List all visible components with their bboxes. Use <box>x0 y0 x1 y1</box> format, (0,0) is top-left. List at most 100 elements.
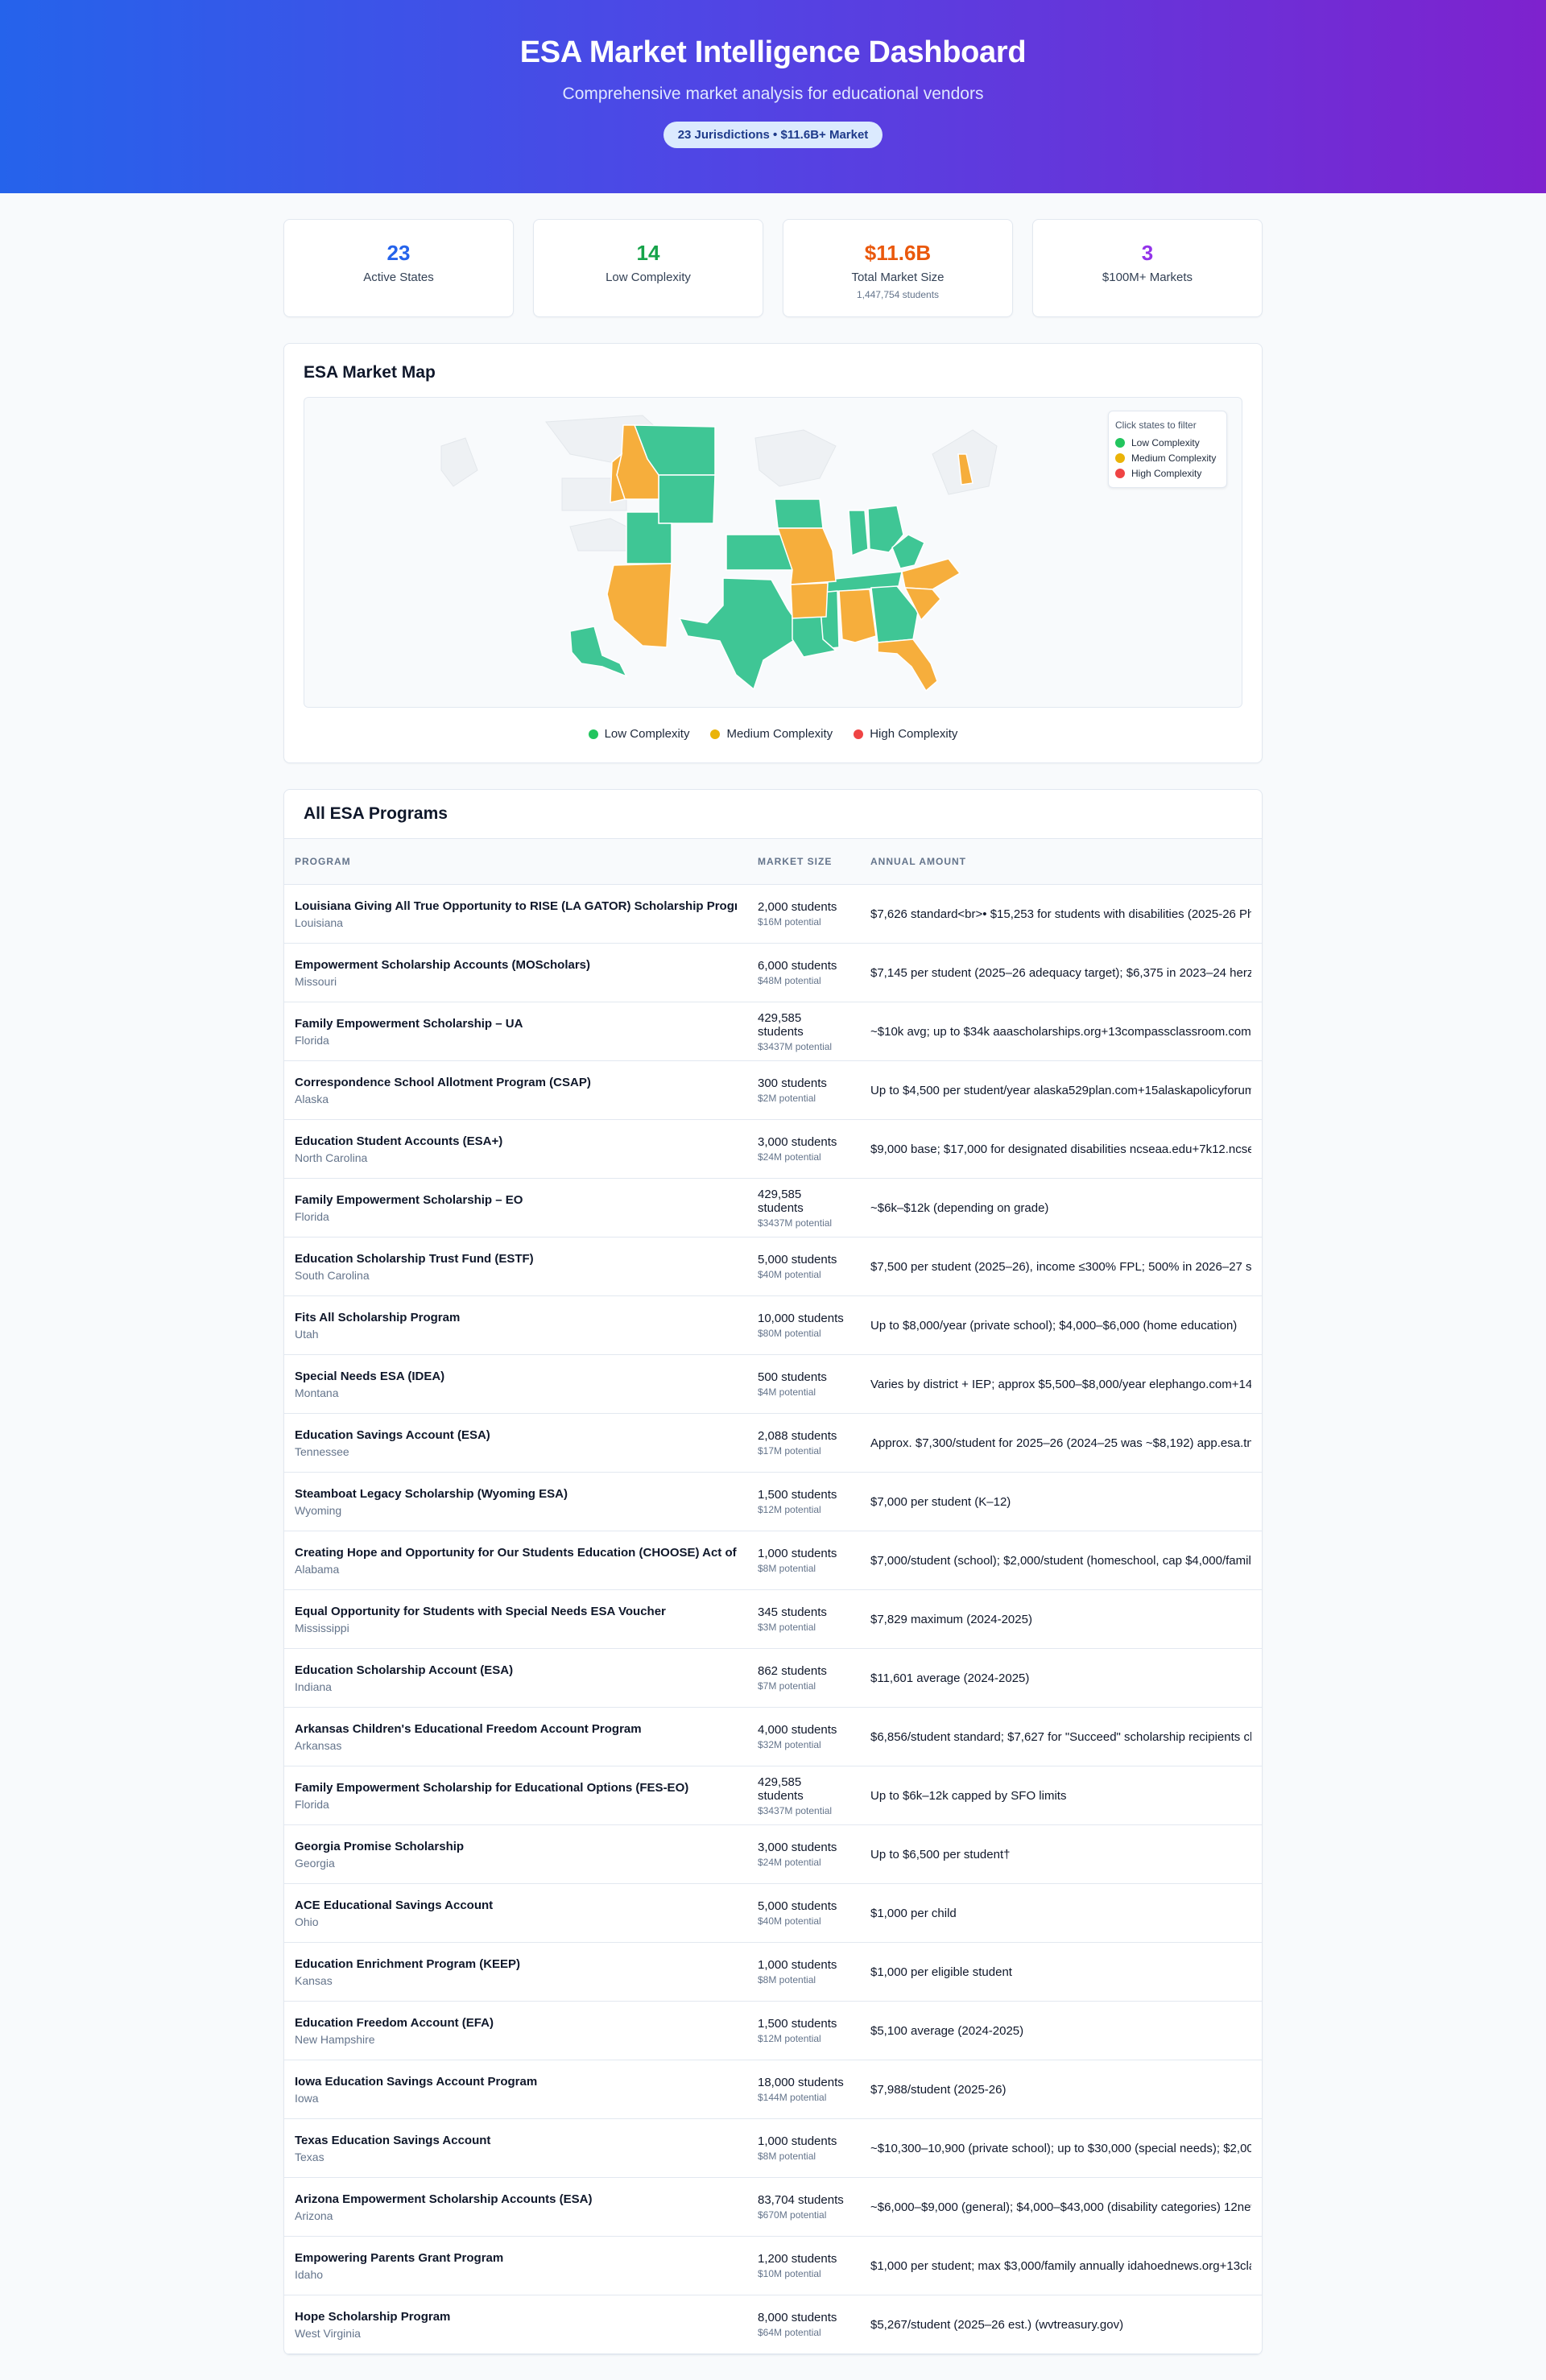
market-potential: $144M potential <box>758 2092 827 2103</box>
table-row[interactable]: Texas Education Savings Account Texas 1,00… <box>284 2119 1262 2178</box>
annual-amount: $5,100 average (2024-2025) <box>870 2023 1024 2038</box>
table-row[interactable]: Special Needs ESA (IDEA) Montana 500 stude… <box>284 1355 1262 1414</box>
medium-dot-icon <box>710 729 721 739</box>
annual-amount: $1,000 per child <box>870 1906 957 1920</box>
legend-medium[interactable]: Medium Complexity <box>1115 452 1220 464</box>
state-alaska[interactable] <box>569 626 628 678</box>
table-row[interactable]: Empowering Parents Grant Program Idaho 1,2… <box>284 2237 1262 2295</box>
programs-table-body: Louisiana Giving All True Opportunity to… <box>284 885 1262 2354</box>
stat-active-states: 23 Active States <box>283 219 514 317</box>
state-arizona[interactable] <box>606 563 672 648</box>
state-texas[interactable] <box>678 577 803 691</box>
program-cell: Iowa Education Savings Account Program Io… <box>284 2060 747 2119</box>
legend-label: Low Complexity <box>1131 437 1200 448</box>
program-cell: Education Savings Account (ESA) Tennessee <box>284 1414 747 1473</box>
table-row[interactable]: Equal Opportunity for Students with Spec… <box>284 1590 1262 1649</box>
market-size-cell: 83,704 students $670M potential <box>747 2178 860 2237</box>
market-potential: $8M potential <box>758 1974 816 1985</box>
table-row[interactable]: Arizona Empowerment Scholarship Accounts… <box>284 2178 1262 2237</box>
program-name: Equal Opportunity for Students with Spec… <box>295 1604 666 1618</box>
table-row[interactable]: Empowerment Scholarship Accounts (MOScho… <box>284 944 1262 1002</box>
column-header-annual-amount[interactable]: ANNUAL AMOUNT <box>860 838 1262 885</box>
annual-amount: Up to $8,000/year (private school); $4,0… <box>870 1318 1238 1333</box>
state-wyoming[interactable] <box>658 474 716 524</box>
table-row[interactable]: Education Student Accounts (ESA+) North C… <box>284 1120 1262 1179</box>
annual-amount-cell: $5,100 average (2024-2025) <box>860 2002 1262 2060</box>
program-name: Empowering Parents Grant Program <box>295 2250 504 2265</box>
program-state: Tennessee <box>295 1444 349 1458</box>
program-name: Fits All Scholarship Program <box>295 1310 461 1324</box>
table-row[interactable]: Correspondence School Allotment Program … <box>284 1061 1262 1120</box>
table-row[interactable]: Creating Hope and Opportunity for Our St… <box>284 1531 1262 1590</box>
table-row[interactable]: ACE Educational Savings Account Ohio 5,000… <box>284 1884 1262 1943</box>
stat-low-complexity: 14 Low Complexity <box>533 219 763 317</box>
table-row[interactable]: Education Freedom Account (EFA) New Hamps… <box>284 2002 1262 2060</box>
table-row[interactable]: Fits All Scholarship Program Utah 10,000 s… <box>284 1296 1262 1355</box>
program-cell: Family Empowerment Scholarship – UA Flori… <box>284 1002 747 1061</box>
low-dot-icon <box>1115 438 1125 448</box>
table-row[interactable]: Education Savings Account (ESA) Tennessee… <box>284 1414 1262 1473</box>
table-row[interactable]: Louisiana Giving All True Opportunity to… <box>284 885 1262 944</box>
table-row[interactable]: Family Empowerment Scholarship for Educa… <box>284 1766 1262 1825</box>
us-map[interactable]: Click states to filter Low Complexity Me… <box>304 397 1242 708</box>
table-row[interactable]: Family Empowerment Scholarship – UA Flori… <box>284 1002 1262 1061</box>
state-florida[interactable] <box>877 638 938 692</box>
annual-amount-cell: $7,500 per student (2025–26), income ≤30… <box>860 1238 1262 1296</box>
table-row[interactable]: Education Scholarship Trust Fund (ESTF) S… <box>284 1238 1262 1296</box>
legend-low[interactable]: Low Complexity <box>1115 437 1220 448</box>
state-other[interactable] <box>754 429 837 487</box>
program-state: Idaho <box>295 2267 324 2281</box>
market-potential: $8M potential <box>758 2151 816 2162</box>
program-cell: Texas Education Savings Account Texas <box>284 2119 747 2178</box>
market-size-cell: 1,500 students $12M potential <box>747 2002 860 2060</box>
annual-amount-cell: $7,000/student (school); $2,000/student … <box>860 1531 1262 1590</box>
table-row[interactable]: Family Empowerment Scholarship – EO Flori… <box>284 1179 1262 1238</box>
market-size-cell: 429,585 students $3437M potential <box>747 1002 860 1061</box>
column-header-market-size[interactable]: MARKET SIZE <box>747 838 860 885</box>
table-row[interactable]: Arkansas Children's Educational Freedom … <box>284 1708 1262 1766</box>
state-indiana[interactable] <box>848 510 869 557</box>
market-students: 1,500 students <box>758 2017 837 2031</box>
table-row[interactable]: Education Enrichment Program (KEEP) Kansa… <box>284 1943 1262 2002</box>
market-size-cell: 5,000 students $40M potential <box>747 1884 860 1943</box>
program-name: Education Enrichment Program (KEEP) <box>295 1956 521 1971</box>
legend-high[interactable]: High Complexity <box>1115 468 1220 479</box>
program-state: Kansas <box>295 1973 333 1987</box>
program-name: Special Needs ESA (IDEA) <box>295 1369 445 1383</box>
table-row[interactable]: Hope Scholarship Program West Virginia 8,0… <box>284 2295 1262 2354</box>
annual-amount: $7,000/student (school); $2,000/student … <box>870 1553 1251 1568</box>
annual-amount: ~$10k avg; up to $34k aaascholarships.or… <box>870 1024 1251 1039</box>
state-other[interactable] <box>440 437 478 487</box>
state-arkansas[interactable] <box>790 582 829 619</box>
annual-amount-cell: Approx. $7,300/student for 2025–26 (2024… <box>860 1414 1262 1473</box>
market-students: 4,000 students <box>758 1723 837 1737</box>
table-row[interactable]: Iowa Education Savings Account Program Io… <box>284 2060 1262 2119</box>
annual-amount-cell: $1,000 per student; max $3,000/family an… <box>860 2237 1262 2295</box>
stat-value: $11.6B <box>864 241 932 265</box>
market-size-cell: 1,200 students $10M potential <box>747 2237 860 2295</box>
state-iowa[interactable] <box>774 498 824 529</box>
table-row[interactable]: Education Scholarship Account (ESA) India… <box>284 1649 1262 1708</box>
program-cell: Education Scholarship Account (ESA) India… <box>284 1649 747 1708</box>
program-cell: Arkansas Children's Educational Freedom … <box>284 1708 747 1766</box>
annual-amount: $7,500 per student (2025–26), income ≤30… <box>870 1259 1251 1274</box>
low-dot-icon <box>588 729 598 739</box>
annual-amount: $5,267/student (2025–26 est.) (wvtreasur… <box>870 2317 1124 2332</box>
legend-label: Medium Complexity <box>726 727 833 741</box>
market-size-cell: 10,000 students $80M potential <box>747 1296 860 1355</box>
table-row[interactable]: Steamboat Legacy Scholarship (Wyoming ES… <box>284 1473 1262 1531</box>
program-name: Correspondence School Allotment Program … <box>295 1075 591 1089</box>
table-row[interactable]: Georgia Promise Scholarship Georgia 3,000 … <box>284 1825 1262 1884</box>
legend-label: High Complexity <box>870 727 958 741</box>
program-state: Missouri <box>295 974 337 988</box>
column-header-program[interactable]: PROGRAM <box>284 838 747 885</box>
map-svg <box>440 415 998 692</box>
annual-amount: $6,856/student standard; $7,627 for "Suc… <box>870 1729 1251 1744</box>
state-alabama[interactable] <box>838 589 877 643</box>
stat-value: 3 <box>1141 241 1154 265</box>
market-students: 2,000 students <box>758 900 837 914</box>
program-name: Family Empowerment Scholarship – EO <box>295 1192 523 1207</box>
program-name: Arkansas Children's Educational Freedom … <box>295 1721 642 1736</box>
program-name: ACE Educational Savings Account <box>295 1898 494 1912</box>
program-name: Education Scholarship Account (ESA) <box>295 1663 514 1677</box>
